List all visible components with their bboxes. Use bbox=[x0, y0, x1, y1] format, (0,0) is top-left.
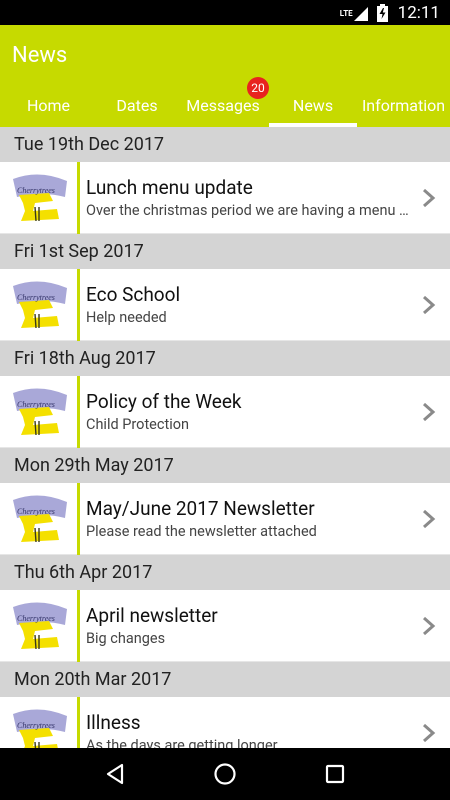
signal-icon bbox=[353, 6, 368, 21]
school-logo-icon: Cherrytrees bbox=[12, 601, 67, 649]
date-header: Mon 29th May 2017 bbox=[0, 448, 450, 483]
school-logo-thumb: Cherrytrees bbox=[0, 375, 80, 448]
school-logo-icon: Cherrytrees bbox=[12, 494, 67, 542]
news-title: May/June 2017 Newsletter bbox=[86, 497, 315, 520]
back-button[interactable] bbox=[102, 761, 128, 787]
school-logo-icon: Cherrytrees bbox=[12, 387, 67, 435]
logo-text: Cherrytrees bbox=[17, 400, 55, 409]
chevron-right-icon bbox=[423, 509, 436, 528]
tab-news[interactable]: News bbox=[269, 83, 357, 127]
news-subtitle: Over the christmas period we are having … bbox=[86, 202, 410, 219]
news-item[interactable]: Cherrytrees April newsletter Big changes bbox=[0, 589, 450, 662]
school-logo-thumb: Cherrytrees bbox=[0, 161, 80, 234]
status-time: 12:11 bbox=[397, 2, 440, 23]
news-title: Eco School bbox=[86, 283, 181, 306]
unread-badge: 20 bbox=[247, 77, 269, 99]
app-screen: LTE 12:11 News Home Dates Messages 20 Ne… bbox=[0, 0, 450, 800]
school-logo-thumb: Cherrytrees bbox=[0, 589, 80, 662]
system-nav-bar bbox=[0, 748, 450, 800]
recents-square-icon bbox=[325, 764, 345, 784]
news-list[interactable]: Tue 19th Dec 2017 Cherrytrees Lunch menu… bbox=[0, 127, 450, 748]
date-header: Fri 1st Sep 2017 bbox=[0, 234, 450, 269]
logo-text: Cherrytrees bbox=[17, 614, 55, 623]
tab-label: Home bbox=[26, 95, 71, 115]
tab-label: Dates bbox=[116, 95, 158, 115]
app-bar: News Home Dates Messages 20 News Informa… bbox=[0, 25, 450, 127]
battery-indicator bbox=[376, 3, 388, 22]
tab-bar: Home Dates Messages 20 News Information bbox=[0, 77, 450, 127]
home-button[interactable] bbox=[212, 761, 238, 787]
news-subtitle: Help needed bbox=[86, 309, 167, 326]
battery-charging-icon bbox=[376, 3, 388, 22]
news-subtitle: Big changes bbox=[86, 630, 166, 647]
school-logo-thumb: Cherrytrees bbox=[0, 268, 80, 341]
news-item[interactable]: Cherrytrees May/June 2017 Newsletter Ple… bbox=[0, 482, 450, 555]
back-triangle-icon bbox=[106, 763, 124, 785]
news-item[interactable]: Cherrytrees Lunch menu update Over the c… bbox=[0, 161, 450, 234]
chevron-right-icon bbox=[423, 295, 436, 314]
date-header: Thu 6th Apr 2017 bbox=[0, 555, 450, 590]
school-logo-thumb: Cherrytrees bbox=[0, 482, 80, 555]
news-item[interactable]: Cherrytrees Policy of the Week Child Pro… bbox=[0, 375, 450, 448]
logo-text: Cherrytrees bbox=[17, 507, 55, 516]
tab-label: Information bbox=[361, 95, 446, 115]
date-header: Mon 20th Mar 2017 bbox=[0, 662, 450, 697]
news-subtitle: Please read the newsletter attached bbox=[86, 523, 317, 540]
tab-label: News bbox=[292, 95, 334, 115]
school-logo-thumb: Cherrytrees bbox=[0, 696, 80, 748]
chevron-right-icon bbox=[423, 402, 436, 421]
date-header: Tue 19th Dec 2017 bbox=[0, 127, 450, 162]
news-item[interactable]: Cherrytrees Eco School Help needed bbox=[0, 268, 450, 341]
news-title: Policy of the Week bbox=[86, 390, 242, 413]
news-title: April newsletter bbox=[86, 604, 218, 627]
logo-text: Cherrytrees bbox=[17, 721, 55, 730]
home-circle-icon bbox=[214, 763, 236, 785]
chevron-right-icon bbox=[423, 188, 436, 207]
tab-messages[interactable]: Messages 20 bbox=[177, 77, 269, 127]
page-title: News bbox=[12, 43, 68, 68]
logo-text: Cherrytrees bbox=[17, 186, 55, 195]
chevron-right-icon bbox=[423, 723, 436, 742]
school-logo-icon: Cherrytrees bbox=[12, 708, 67, 748]
status-bar: LTE 12:11 bbox=[0, 0, 450, 25]
signal-indicator: LTE bbox=[340, 5, 368, 21]
news-subtitle: Child Protection bbox=[86, 416, 190, 433]
network-type-label: LTE bbox=[339, 8, 353, 18]
news-title: Illness bbox=[86, 711, 141, 734]
news-item[interactable]: Cherrytrees Illness As the days are gett… bbox=[0, 696, 450, 748]
tab-dates[interactable]: Dates bbox=[97, 83, 177, 127]
date-header: Fri 18th Aug 2017 bbox=[0, 341, 450, 376]
news-subtitle: As the days are getting longer bbox=[86, 737, 278, 748]
logo-text: Cherrytrees bbox=[17, 293, 55, 302]
tab-information[interactable]: Information bbox=[357, 83, 450, 127]
tab-label: Messages bbox=[186, 95, 260, 115]
school-logo-icon: Cherrytrees bbox=[12, 280, 67, 328]
chevron-right-icon bbox=[423, 616, 436, 635]
recents-button[interactable] bbox=[322, 761, 348, 787]
school-logo-icon: Cherrytrees bbox=[12, 173, 67, 221]
tab-home[interactable]: Home bbox=[0, 83, 97, 127]
news-title: Lunch menu update bbox=[86, 176, 253, 199]
